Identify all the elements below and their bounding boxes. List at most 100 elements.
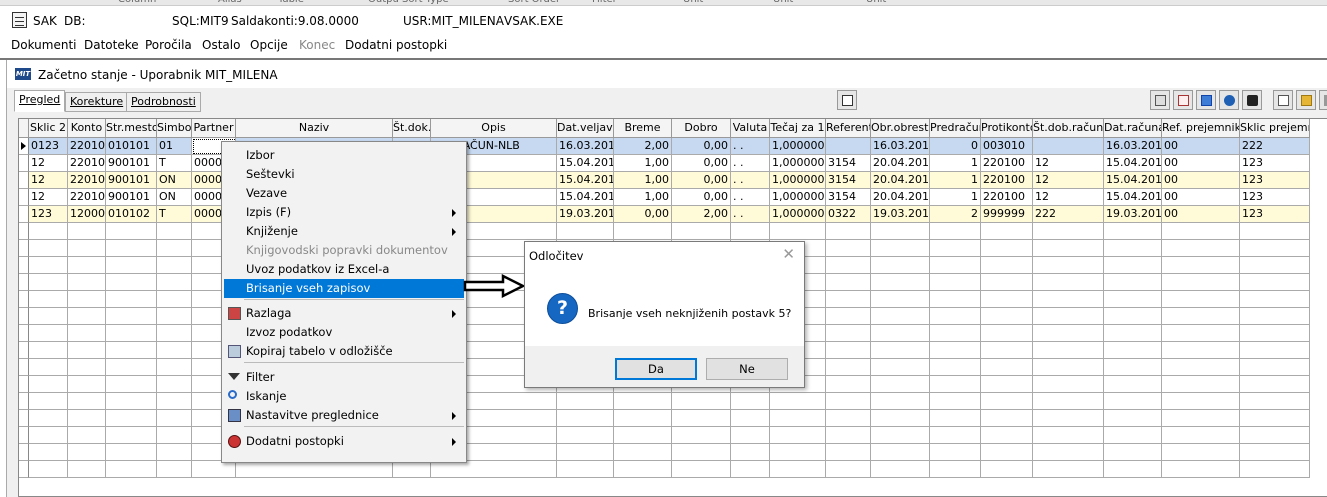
camera-icon[interactable]	[1242, 90, 1262, 110]
table-cell[interactable]: 3154	[826, 189, 871, 206]
menu-datoteke[interactable]: Datoteke	[84, 38, 139, 52]
empty-cell[interactable]	[1104, 410, 1162, 427]
print-preview-icon[interactable]	[1173, 90, 1193, 110]
empty-cell[interactable]	[1033, 359, 1104, 376]
row-indicator[interactable]	[19, 393, 29, 410]
empty-cell[interactable]	[106, 410, 157, 427]
empty-cell[interactable]	[930, 342, 981, 359]
empty-cell[interactable]	[106, 223, 157, 240]
menu-item-knji-enje[interactable]: Knjiženje	[224, 222, 464, 241]
empty-cell[interactable]	[981, 274, 1033, 291]
table-cell[interactable]: 12	[29, 155, 68, 172]
menu-item-izvoz-podatkov[interactable]: Izvoz podatkov	[224, 323, 464, 342]
empty-cell[interactable]	[614, 410, 672, 427]
table-cell[interactable]: . .	[731, 172, 770, 189]
empty-cell[interactable]	[1240, 257, 1310, 274]
column-header[interactable]: Partner	[192, 119, 236, 138]
tab-korekture[interactable]: Korekture	[65, 92, 129, 112]
yes-button[interactable]: Da	[615, 358, 697, 380]
empty-cell[interactable]	[826, 291, 871, 308]
empty-cell[interactable]	[157, 359, 192, 376]
empty-cell[interactable]	[1033, 461, 1104, 478]
no-button[interactable]: Ne	[706, 358, 788, 380]
empty-cell[interactable]	[981, 257, 1033, 274]
empty-cell[interactable]	[1104, 240, 1162, 257]
table-cell[interactable]: T	[157, 155, 192, 172]
empty-cell[interactable]	[157, 274, 192, 291]
row-indicator[interactable]	[19, 257, 29, 274]
empty-cell[interactable]	[1162, 410, 1240, 427]
empty-cell[interactable]	[981, 223, 1033, 240]
open-folder-icon[interactable]	[1296, 90, 1316, 110]
column-header[interactable]: Breme	[614, 119, 672, 138]
table-cell[interactable]: 00	[1162, 189, 1240, 206]
table-cell[interactable]: T	[157, 206, 192, 223]
empty-cell[interactable]	[1033, 308, 1104, 325]
empty-cell[interactable]	[826, 257, 871, 274]
empty-cell[interactable]	[29, 240, 68, 257]
table-cell[interactable]: 123	[1240, 155, 1310, 172]
column-header[interactable]: Dat.veljave	[557, 119, 614, 138]
empty-cell[interactable]	[871, 376, 930, 393]
empty-cell[interactable]	[672, 444, 731, 461]
empty-cell[interactable]	[826, 274, 871, 291]
empty-cell[interactable]	[930, 308, 981, 325]
empty-cell[interactable]	[871, 308, 930, 325]
empty-cell[interactable]	[157, 393, 192, 410]
empty-cell[interactable]	[930, 325, 981, 342]
empty-cell[interactable]	[1104, 274, 1162, 291]
menu-item-nastavitve-preglednice[interactable]: Nastavitve preglednice	[224, 406, 464, 425]
empty-cell[interactable]	[930, 223, 981, 240]
empty-cell[interactable]	[157, 376, 192, 393]
empty-cell[interactable]	[557, 444, 614, 461]
empty-cell[interactable]	[1104, 427, 1162, 444]
row-indicator[interactable]	[19, 444, 29, 461]
empty-cell[interactable]	[826, 223, 871, 240]
empty-cell[interactable]	[871, 410, 930, 427]
empty-cell[interactable]	[157, 427, 192, 444]
empty-cell[interactable]	[68, 223, 106, 240]
table-cell[interactable]: 19.03.2018	[871, 206, 930, 223]
table-cell[interactable]: 20.04.2018	[871, 155, 930, 172]
empty-cell[interactable]	[930, 393, 981, 410]
row-indicator[interactable]	[19, 172, 29, 189]
empty-cell[interactable]	[1162, 444, 1240, 461]
empty-cell[interactable]	[930, 257, 981, 274]
empty-cell[interactable]	[672, 427, 731, 444]
empty-cell[interactable]	[1162, 461, 1240, 478]
table-cell[interactable]: 220100	[981, 189, 1033, 206]
column-header[interactable]: Predračun	[930, 119, 981, 138]
empty-cell[interactable]	[68, 342, 106, 359]
empty-cell[interactable]	[1033, 376, 1104, 393]
table-cell[interactable]: 1,00	[614, 155, 672, 172]
empty-cell[interactable]	[192, 461, 236, 478]
table-cell[interactable]: 20.04.2018	[871, 189, 930, 206]
table-cell[interactable]: 222	[1033, 206, 1104, 223]
table-cell[interactable]: 2	[930, 206, 981, 223]
row-indicator[interactable]	[19, 206, 29, 223]
row-indicator[interactable]	[19, 240, 29, 257]
close-icon[interactable]: ✕	[782, 245, 795, 263]
empty-cell[interactable]	[826, 376, 871, 393]
empty-cell[interactable]	[672, 461, 731, 478]
column-header[interactable]: Sklic 2	[29, 119, 68, 138]
table-cell[interactable]: 00	[1162, 155, 1240, 172]
table-cell[interactable]: 220100	[68, 155, 106, 172]
menu-item-dodatni-postopki[interactable]: Dodatni postopki	[224, 432, 464, 451]
empty-cell[interactable]	[106, 342, 157, 359]
empty-cell[interactable]	[29, 444, 68, 461]
empty-cell[interactable]	[1240, 444, 1310, 461]
empty-cell[interactable]	[1240, 461, 1310, 478]
empty-cell[interactable]	[157, 240, 192, 257]
row-indicator[interactable]	[19, 359, 29, 376]
empty-cell[interactable]	[29, 427, 68, 444]
column-header[interactable]: Protikonto	[981, 119, 1033, 138]
empty-cell[interactable]	[29, 274, 68, 291]
empty-cell[interactable]	[1162, 393, 1240, 410]
row-indicator[interactable]	[19, 308, 29, 325]
row-indicator[interactable]	[19, 274, 29, 291]
table-cell[interactable]: 20.04.2018	[871, 172, 930, 189]
empty-cell[interactable]	[930, 291, 981, 308]
table-cell[interactable]: 1,000000	[770, 155, 826, 172]
empty-cell[interactable]	[1240, 427, 1310, 444]
